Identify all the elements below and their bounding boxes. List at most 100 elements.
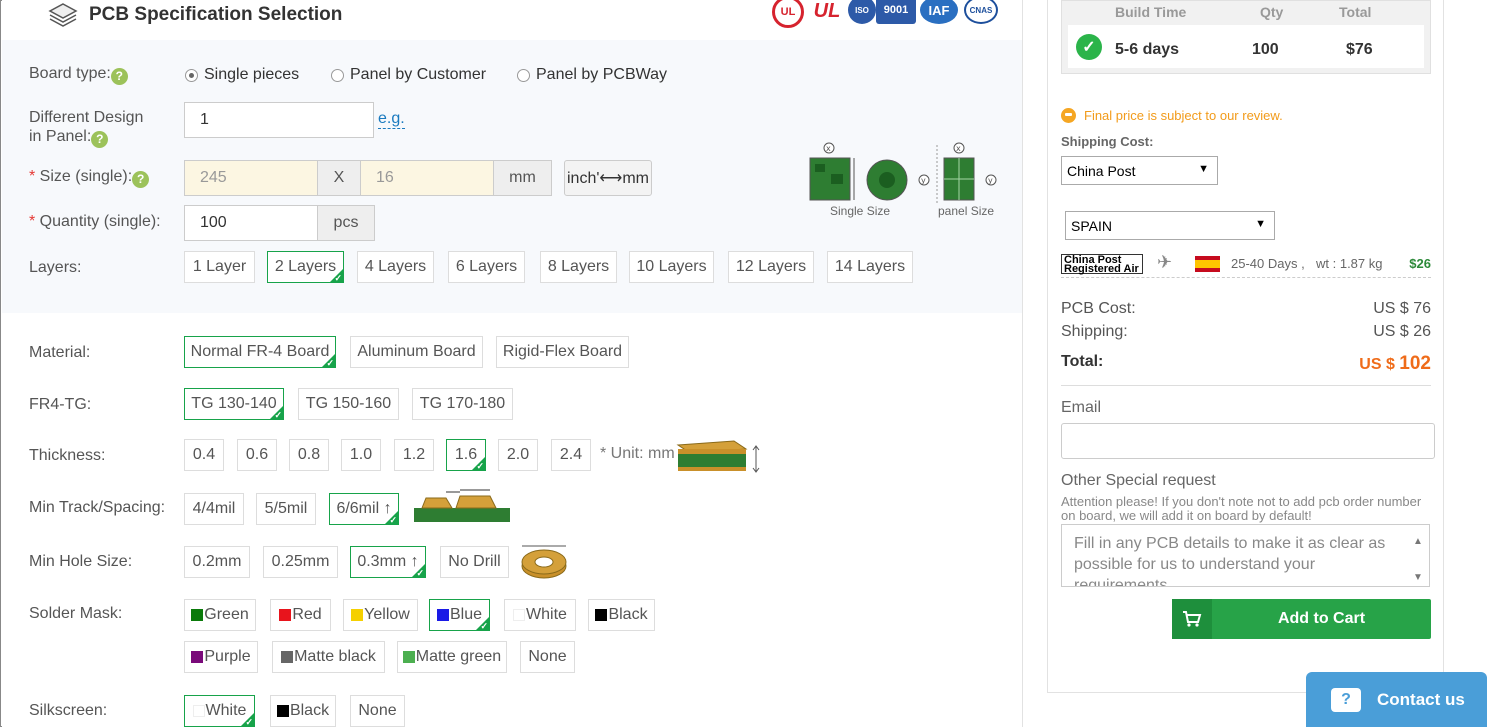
silk-white[interactable]: White [184, 695, 255, 727]
help-icon[interactable]: ? [110, 68, 128, 85]
material-label: Material: [29, 344, 91, 361]
track-4-4[interactable]: 4/4mil [184, 493, 244, 525]
radio-panel-by-customer[interactable]: Panel by Customer [331, 66, 486, 84]
thickness-0-8[interactable]: 0.8 [289, 439, 329, 471]
material-rigid-flex[interactable]: Rigid-Flex Board [496, 336, 629, 368]
silk-black[interactable]: Black [270, 695, 336, 727]
add-to-cart-button[interactable]: Add to Cart [1172, 599, 1431, 639]
quantity-label: * Quantity (single): [29, 213, 161, 230]
svg-text:y: y [988, 176, 993, 185]
thickness-unit-note: * Unit: mm [600, 445, 675, 462]
solder-black[interactable]: Black [588, 599, 655, 631]
solder-matte-black[interactable]: Matte black [272, 641, 385, 673]
email-field[interactable] [1061, 423, 1435, 459]
special-request-textarea[interactable]: Fill in any PCB details to make it as cl… [1061, 524, 1430, 587]
quote-table: Build Time Qty Total ✓ 5-6 days 100 $76 [1061, 0, 1431, 74]
total-label: Total: [1061, 353, 1104, 370]
thickness-label: Thickness: [29, 447, 106, 464]
spec-header: PCB Specification Selection UL UL ISO 90… [2, 0, 1022, 40]
color-swatch [276, 705, 289, 717]
help-icon[interactable]: ? [91, 131, 109, 148]
silk-none[interactable]: None [350, 695, 405, 727]
radio-dot [185, 68, 198, 82]
thickness-2-0[interactable]: 2.0 [498, 439, 538, 471]
thickness-1-2[interactable]: 1.2 [394, 439, 434, 471]
track-6-6[interactable]: 6/6mil ↑ [329, 493, 399, 526]
diff-design-input[interactable]: 1 [184, 102, 374, 138]
hole-0-3[interactable]: 0.3mm ↑ [350, 546, 426, 579]
solder-blue[interactable]: Blue [429, 599, 490, 632]
dropdown-arrow-icon: ▼ [1198, 163, 1209, 175]
quote-header-build-time: Build Time [1115, 4, 1187, 20]
total-row: Total: US $ 102 [1061, 353, 1431, 386]
price-review-note: Final price is subject to our review. [1061, 108, 1283, 123]
solder-none[interactable]: None [520, 641, 575, 673]
scroll-up-icon[interactable]: ▲ [1413, 531, 1423, 552]
radio-panel-by-pcbway[interactable]: Panel by PCBWay [517, 66, 667, 84]
layer-option-2[interactable]: 2 Layers [267, 251, 344, 284]
unit-toggle-button[interactable]: inch'⟷mm [564, 160, 652, 196]
hole-size-icon [521, 545, 567, 579]
contact-us-button[interactable]: ? Contact us [1306, 672, 1487, 727]
hole-0-2[interactable]: 0.2mm [184, 546, 250, 578]
layer-option-12[interactable]: 12 Layers [728, 251, 814, 283]
layer-option-8[interactable]: 8 Layers [540, 251, 617, 283]
email-label: Email [1061, 399, 1102, 416]
solder-purple[interactable]: Purple [184, 641, 258, 673]
iso-logo: ISO [848, 0, 876, 24]
size-width-input[interactable]: 245 [184, 160, 318, 196]
shipping-cost-label: Shipping Cost: [1061, 134, 1154, 149]
quote-build-time: 5-6 days [1115, 41, 1180, 58]
radio-single-pieces[interactable]: Single pieces [185, 66, 299, 84]
thickness-1-0[interactable]: 1.0 [341, 439, 381, 471]
quote-row[interactable]: ✓ 5-6 days 100 $76 [1068, 25, 1424, 68]
solder-red[interactable]: Red [270, 599, 331, 631]
layer-option-4[interactable]: 4 Layers [357, 251, 434, 283]
attention-note: Attention please! If you don't note not … [1061, 494, 1422, 523]
info-icon [1061, 108, 1076, 123]
solder-green[interactable]: Green [184, 599, 256, 631]
layer-option-1[interactable]: 1 Layer [184, 251, 255, 283]
color-swatch [279, 609, 292, 621]
quantity-input[interactable]: 100 [184, 205, 318, 241]
special-request-label: Other Special request [1061, 472, 1216, 489]
radio-dot [517, 68, 530, 82]
thickness-0-6[interactable]: 0.6 [237, 439, 277, 471]
hole-no-drill[interactable]: No Drill [440, 546, 509, 578]
cart-icon [1172, 599, 1212, 639]
color-swatch [513, 609, 526, 621]
color-swatch [281, 651, 294, 663]
solder-matte-green[interactable]: Matte green [397, 641, 507, 673]
pcb-cost-row: PCB Cost: US $ 76 [1061, 300, 1431, 317]
hole-label: Min Hole Size: [29, 553, 133, 570]
help-icon[interactable]: ? [132, 171, 150, 188]
carrier-select[interactable]: China Post ▼ [1061, 156, 1218, 185]
thickness-1-6[interactable]: 1.6 [446, 439, 486, 472]
solder-yellow[interactable]: Yellow [343, 599, 418, 631]
thickness-0-4[interactable]: 0.4 [184, 439, 224, 471]
scroll-down-icon[interactable]: ▼ [1413, 567, 1423, 586]
layer-option-6[interactable]: 6 Layers [448, 251, 525, 283]
tg-170-180[interactable]: TG 170-180 [412, 388, 513, 420]
material-fr4[interactable]: Normal FR-4 Board [184, 336, 336, 369]
track-label: Min Track/Spacing: [29, 499, 166, 516]
color-swatch [595, 609, 608, 621]
textarea-scrollbar[interactable]: ▲ ▼ [1407, 525, 1429, 586]
summary-box [1047, 0, 1444, 693]
solder-white[interactable]: White [504, 599, 576, 631]
tg-130-140[interactable]: TG 130-140 [184, 388, 284, 421]
tg-150-160[interactable]: TG 150-160 [298, 388, 399, 420]
hole-0-25[interactable]: 0.25mm [263, 546, 338, 578]
track-5-5[interactable]: 5/5mil [256, 493, 316, 525]
size-height-input[interactable]: 16 [360, 160, 494, 196]
eg-link[interactable]: e.g. [378, 110, 405, 129]
material-aluminum[interactable]: Aluminum Board [350, 336, 483, 368]
layer-option-14[interactable]: 14 Layers [827, 251, 913, 283]
shipping-option-row[interactable]: China Post Registered Air ✈ 25-40 Days ,… [1061, 252, 1431, 278]
thickness-2-4[interactable]: 2.4 [551, 439, 591, 471]
size-label: * Size (single):? [29, 167, 150, 188]
layer-option-10[interactable]: 10 Layers [629, 251, 714, 283]
layers-label: Layers: [29, 259, 82, 276]
shipping-cost-row: Shipping: US $ 26 [1061, 323, 1431, 340]
country-select[interactable]: SPAIN ▼ [1065, 211, 1275, 240]
